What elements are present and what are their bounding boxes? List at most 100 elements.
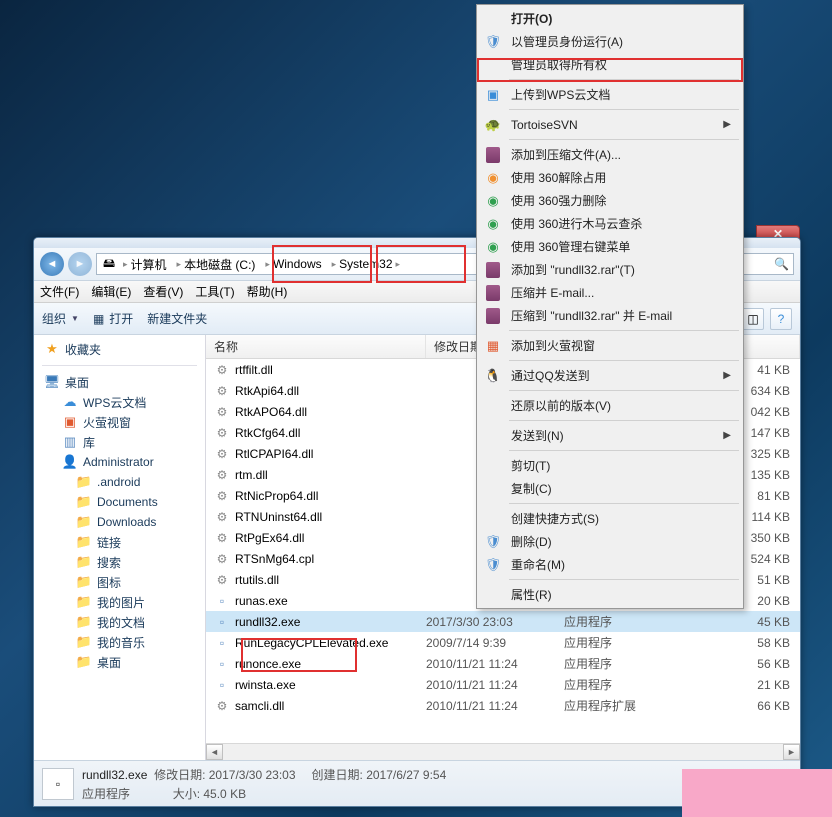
menu-tools[interactable]: 工具(T)	[195, 283, 234, 300]
folder-icon: 📁	[76, 554, 92, 570]
forward-button[interactable]: ►	[68, 252, 92, 276]
file-icon: ▫	[214, 656, 230, 672]
file-name: RtPgEx64.dll	[235, 531, 304, 545]
file-icon: ⚙	[214, 446, 230, 462]
blank-icon	[483, 426, 503, 446]
cm-upload-wps[interactable]: ▣上传到WPS云文档	[479, 83, 741, 106]
sidebar-wps[interactable]: ☁WPS云文档	[34, 392, 205, 412]
cm-properties[interactable]: 属性(R)	[479, 583, 741, 606]
sidebar-my-music[interactable]: 📁我的音乐	[34, 632, 205, 652]
cm-delete[interactable]: 🛡删除(D)	[479, 530, 741, 553]
file-name: runas.exe	[235, 594, 288, 608]
cm-run-admin[interactable]: 🛡以管理员身份运行(A)	[479, 30, 741, 53]
sidebar-downloads[interactable]: 📁Downloads	[34, 512, 205, 532]
cm-take-ownership[interactable]: 管理员取得所有权	[479, 53, 741, 76]
sidebar-desktop2[interactable]: 📁桌面	[34, 652, 205, 672]
blank-icon	[483, 396, 503, 416]
360-icon: ◉	[483, 191, 503, 211]
file-icon: ⚙	[214, 488, 230, 504]
file-name: RtkAPO64.dll	[235, 405, 307, 419]
cm-compress-to-email[interactable]: 压缩到 "rundll32.rar" 并 E-mail	[479, 304, 741, 327]
cm-add-archive[interactable]: 添加到压缩文件(A)...	[479, 143, 741, 166]
folder-icon: 📁	[76, 614, 92, 630]
file-name: RtNicProp64.dll	[235, 489, 318, 503]
cm-cut[interactable]: 剪切(T)	[479, 454, 741, 477]
sidebar-documents[interactable]: 📁Documents	[34, 492, 205, 512]
rar-icon	[483, 283, 503, 303]
file-name: rtutils.dll	[235, 573, 279, 587]
preview-pane-button[interactable]: ◫	[742, 308, 764, 330]
sidebar-admin[interactable]: 👤Administrator	[34, 452, 205, 472]
file-icon: ⚙	[214, 551, 230, 567]
file-icon: ▫	[214, 614, 230, 630]
file-size: 21 KB	[684, 678, 800, 692]
sidebar-desktop[interactable]: 🖥桌面	[34, 372, 205, 392]
cm-add-to-rar[interactable]: 添加到 "rundll32.rar"(T)	[479, 258, 741, 281]
sidebar-my-pictures[interactable]: 📁我的图片	[34, 592, 205, 612]
file-name: RTNUninst64.dll	[235, 510, 322, 524]
submenu-arrow-icon: ▶	[723, 370, 731, 381]
file-size: 66 KB	[684, 699, 800, 713]
sidebar-favorites[interactable]: ★收藏夹	[34, 339, 205, 359]
file-icon: ⚙	[214, 509, 230, 525]
bc-computer[interactable]: ▸计算机	[119, 254, 171, 274]
cm-rename[interactable]: 🛡重命名(M)	[479, 553, 741, 576]
bc-drive[interactable]: ▸本地磁盘 (C:)	[173, 254, 260, 274]
cm-360-rmenu[interactable]: ◉使用 360管理右键菜单	[479, 235, 741, 258]
rar-icon	[483, 145, 503, 165]
file-name: rwinsta.exe	[235, 678, 296, 692]
sidebar-huoying[interactable]: ▣火萤视窗	[34, 412, 205, 432]
menu-help[interactable]: 帮助(H)	[247, 283, 288, 300]
cm-send-qq[interactable]: 🐧通过QQ发送到▶	[479, 364, 741, 387]
bc-system32[interactable]: ▸System32▸	[328, 254, 404, 274]
scroll-left-button[interactable]: ◄	[206, 744, 223, 760]
sidebar-search[interactable]: 📁搜索	[34, 552, 205, 572]
open-button[interactable]: ▦打开	[93, 310, 133, 327]
file-size: 45 KB	[684, 615, 800, 629]
file-row[interactable]: ▫runonce.exe2010/11/21 11:24应用程序56 KB	[206, 653, 800, 674]
sidebar-libraries[interactable]: ▥库	[34, 432, 205, 452]
cm-add-firefly[interactable]: ▦添加到火萤视窗	[479, 334, 741, 357]
file-type: 应用程序	[564, 655, 684, 672]
folder-icon: 📁	[76, 494, 92, 510]
cm-tortoisesvn[interactable]: 🐢TortoiseSVN▶	[479, 113, 741, 136]
cm-360-unlock[interactable]: ◉使用 360解除占用	[479, 166, 741, 189]
sidebar-my-docs[interactable]: 📁我的文档	[34, 612, 205, 632]
back-button[interactable]: ◄	[40, 252, 64, 276]
col-name[interactable]: 名称	[206, 335, 426, 358]
sidebar-pictures-icon[interactable]: 📁图标	[34, 572, 205, 592]
blank-icon	[483, 509, 503, 529]
sidebar-links[interactable]: 📁链接	[34, 532, 205, 552]
file-icon: ⚙	[214, 467, 230, 483]
menu-edit[interactable]: 编辑(E)	[91, 283, 131, 300]
file-type: 应用程序	[564, 613, 684, 630]
sidebar: ★收藏夹 🖥桌面 ☁WPS云文档 ▣火萤视窗 ▥库 👤Administrator…	[34, 335, 206, 760]
sidebar-android[interactable]: 📁.android	[34, 472, 205, 492]
scroll-right-button[interactable]: ►	[783, 744, 800, 760]
cm-create-shortcut[interactable]: 创建快捷方式(S)	[479, 507, 741, 530]
help-button[interactable]: ?	[770, 308, 792, 330]
file-row[interactable]: ▫RunLegacyCPLElevated.exe2009/7/14 9:39应…	[206, 632, 800, 653]
cm-360-trojan[interactable]: ◉使用 360进行木马云查杀	[479, 212, 741, 235]
cm-restore-prev[interactable]: 还原以前的版本(V)	[479, 394, 741, 417]
menu-view[interactable]: 查看(V)	[143, 283, 183, 300]
file-row[interactable]: ▫rundll32.exe2017/3/30 23:03应用程序45 KB	[206, 611, 800, 632]
file-type: 应用程序扩展	[564, 697, 684, 714]
cm-open[interactable]: 打开(O)	[479, 7, 741, 30]
new-folder-button[interactable]: 新建文件夹	[147, 310, 207, 327]
bc-windows[interactable]: ▸Windows	[261, 254, 325, 274]
cm-360-force-delete[interactable]: ◉使用 360强力删除	[479, 189, 741, 212]
file-row[interactable]: ▫rwinsta.exe2010/11/21 11:24应用程序21 KB	[206, 674, 800, 695]
file-date: 2017/3/30 23:03	[426, 615, 564, 629]
menu-file[interactable]: 文件(F)	[40, 283, 79, 300]
cm-copy[interactable]: 复制(C)	[479, 477, 741, 500]
folder-icon: 📁	[76, 474, 92, 490]
file-row[interactable]: ⚙samcli.dll2010/11/21 11:24应用程序扩展66 KB	[206, 695, 800, 716]
cm-send-to[interactable]: 发送到(N)▶	[479, 424, 741, 447]
horizontal-scrollbar[interactable]: ◄ ►	[206, 743, 800, 760]
cm-compress-email[interactable]: 压缩并 E-mail...	[479, 281, 741, 304]
file-name: RunLegacyCPLElevated.exe	[235, 636, 388, 650]
blank-icon	[483, 585, 503, 605]
search-icon: 🔍	[774, 257, 789, 271]
organize-button[interactable]: 组织▼	[42, 310, 79, 327]
